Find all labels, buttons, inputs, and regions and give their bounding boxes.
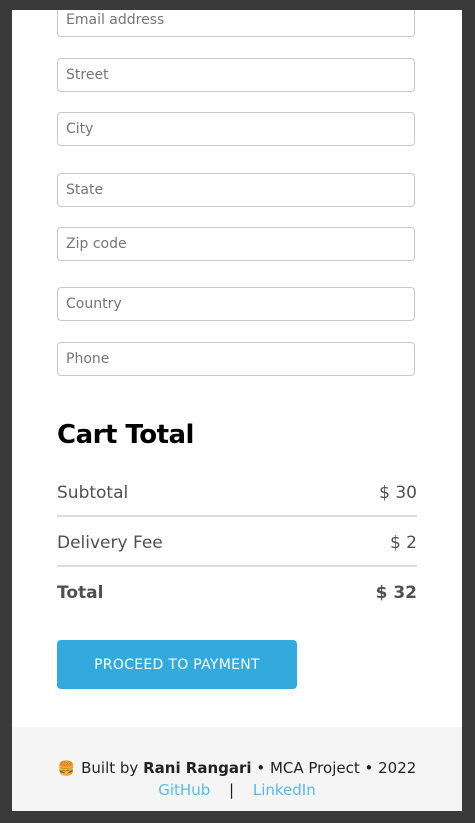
cart-total-title: Cart Total [57, 420, 194, 450]
phone-field[interactable] [57, 342, 415, 376]
footer-credit: 🍔 Built by Rani Rangari • MCA Project • 2… [12, 759, 462, 777]
total-value: $ 32 [375, 583, 417, 603]
subtotal-value: $ 30 [379, 483, 417, 503]
divider [57, 565, 417, 567]
divider [57, 515, 417, 517]
zip-code-field[interactable] [57, 227, 415, 261]
street-field[interactable] [57, 58, 415, 92]
linkedin-link[interactable]: LinkedIn [253, 781, 316, 799]
delivery-fee-label: Delivery Fee [57, 533, 163, 553]
link-separator: | [229, 781, 235, 799]
proceed-to-payment-button[interactable]: PROCEED TO PAYMENT [57, 640, 297, 689]
state-field[interactable] [57, 173, 415, 207]
total-row: Total $ 32 [57, 583, 417, 603]
subtotal-label: Subtotal [57, 483, 129, 503]
total-label: Total [57, 583, 104, 603]
delivery-fee-value: $ 2 [389, 533, 417, 553]
built-by-text: Built by [81, 759, 139, 777]
country-field[interactable] [57, 287, 415, 321]
footer: 🍔 Built by Rani Rangari • MCA Project • 2… [12, 727, 462, 811]
email-field[interactable] [57, 10, 415, 37]
subtotal-row: Subtotal $ 30 [57, 483, 417, 503]
checkout-page: Cart Total Subtotal $ 30 Delivery Fee $ … [12, 10, 462, 811]
author-name: Rani Rangari [143, 759, 252, 777]
footer-links: GitHub | LinkedIn [12, 781, 462, 799]
hamburger-icon: 🍔 [57, 761, 76, 777]
city-field[interactable] [57, 112, 415, 146]
delivery-fee-row: Delivery Fee $ 2 [57, 533, 417, 553]
github-link[interactable]: GitHub [158, 781, 210, 799]
project-text: • MCA Project • 2022 [256, 759, 417, 777]
